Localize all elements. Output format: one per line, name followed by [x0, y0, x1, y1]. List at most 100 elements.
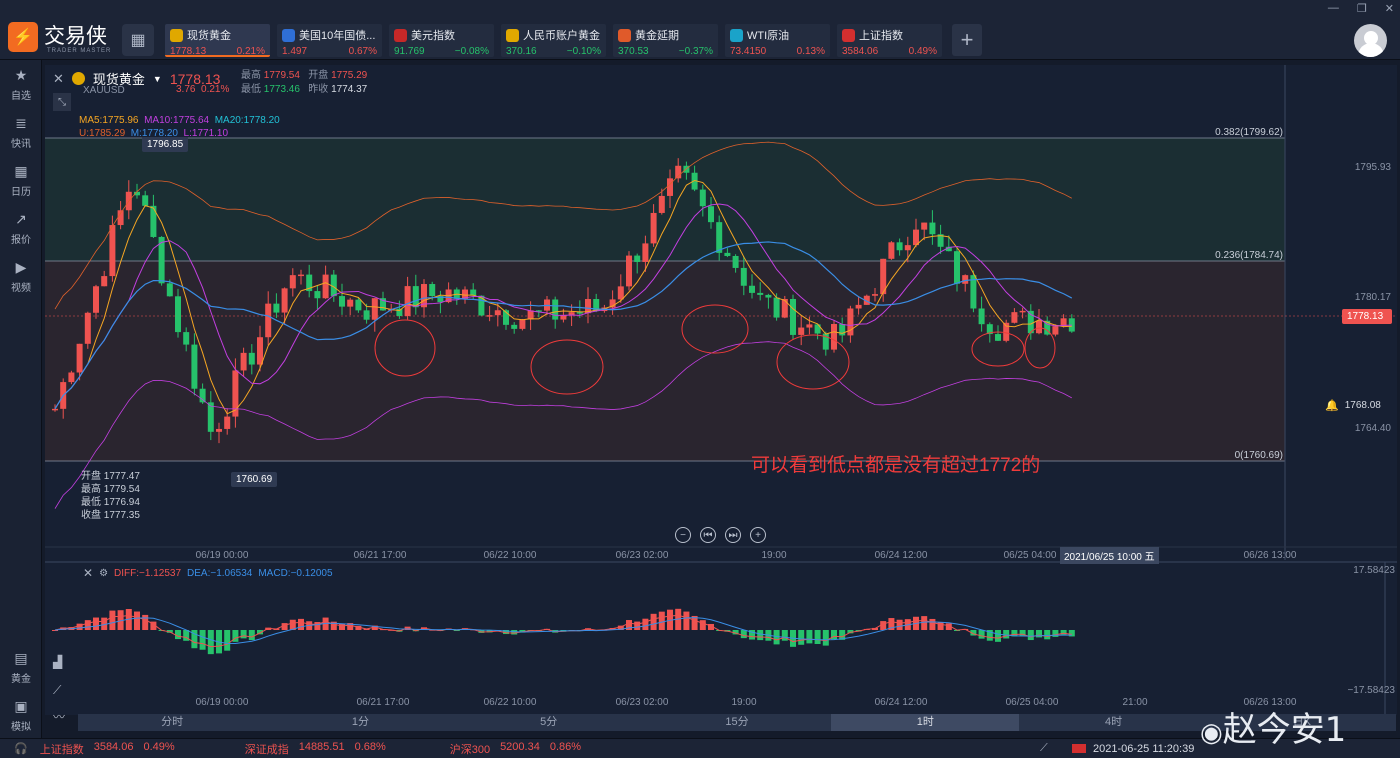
macd-bar: [1003, 630, 1010, 639]
fib-label: 0.382(1799.62): [1215, 127, 1283, 138]
chart-panel[interactable]: 0.382(1799.62) 0.236(1784.74) 0(1760.69) 17…: [45, 65, 1397, 724]
candle: [806, 324, 813, 328]
macd-bar: [1052, 630, 1059, 637]
ticker-name: 人民币账户黄金: [523, 30, 600, 42]
symbol-dropdown-icon[interactable]: ▼: [153, 74, 162, 84]
last-page-button[interactable]: ⏭: [725, 527, 741, 543]
candle: [183, 332, 190, 345]
macd-bar: [175, 630, 181, 640]
index-item[interactable]: 深证成指 14885.51 0.68%: [245, 741, 450, 757]
close-chart-icon[interactable]: ✕: [53, 71, 64, 87]
sidebar-item-4[interactable]: ▶ 视频: [0, 252, 42, 300]
add-ticker-button[interactable]: +: [952, 24, 982, 56]
period-tab-0[interactable]: 分时: [78, 714, 266, 731]
x-tick: 06/24 12:00: [875, 550, 928, 561]
bell-icon[interactable]: 🔔: [1325, 399, 1339, 412]
candle: [626, 255, 632, 287]
candle: [921, 222, 928, 230]
ticker-name: 美国10年国债...: [299, 30, 376, 42]
indicator-icon[interactable]: ▟: [53, 655, 62, 669]
kline-chart[interactable]: 0.382(1799.62) 0.236(1784.74) 0(1760.69) 17…: [45, 65, 1397, 715]
ticker-price: 3584.06: [842, 46, 879, 57]
close-icon[interactable]: ✕: [1385, 2, 1394, 15]
headset-icon[interactable]: 🎧: [14, 742, 28, 755]
index-icon: [842, 28, 855, 42]
period-tab-5[interactable]: 4时: [1019, 714, 1207, 731]
candle: [667, 178, 673, 196]
sidebar-item-3[interactable]: ↗ 报价: [0, 204, 42, 252]
alert-price: 1768.08: [1344, 400, 1381, 411]
index-item[interactable]: 沪深300 5200.34 0.86%: [450, 741, 655, 757]
maximize-icon[interactable]: ❐: [1357, 2, 1367, 15]
macd-bar: [207, 630, 214, 655]
watermark: ◉赵今安1: [1200, 710, 1347, 750]
macd-bar: [683, 611, 690, 630]
macd-bar: [757, 630, 764, 641]
candle: [757, 292, 764, 295]
draw-tool-icon[interactable]: ⟋: [53, 683, 61, 698]
ticker-6[interactable]: 上证指数 3584.06 0.49%: [837, 24, 942, 57]
sidebar-item-1[interactable]: ≣ 快讯: [0, 108, 42, 156]
macd-bar: [134, 611, 140, 630]
current-price-tag: 1778.13: [1342, 309, 1392, 324]
us-flag-icon: [394, 28, 407, 42]
avatar[interactable]: [1354, 24, 1387, 57]
sidebar-item-0[interactable]: ★ 自选: [0, 60, 42, 108]
collapse-icon[interactable]: ⤡: [53, 93, 71, 111]
ticker-5[interactable]: WTI原油 73.4150 0.13%: [725, 24, 830, 57]
ticker-2[interactable]: 美元指数 91.769 −0.08%: [389, 24, 494, 57]
x-tick: 06/25 04:00: [1004, 550, 1057, 561]
candle: [740, 267, 747, 286]
macd-bar: [699, 620, 706, 630]
ticker-1[interactable]: 美国10年国债... 1.497 0.67%: [277, 24, 382, 57]
minimize-icon[interactable]: —: [1328, 2, 1339, 15]
candle: [142, 195, 149, 206]
sidebar: ★ 自选 ≣ 快讯 ▦ 日历 ↗ 报价 ▶ 视频 ▤ 黄金 ▣ 模拟: [0, 60, 42, 740]
ticker-name: 上证指数: [859, 30, 903, 42]
price-change: 3.76 0.21%: [176, 84, 230, 95]
macd-y-top: 17.58423: [1353, 565, 1395, 576]
candle: [314, 291, 321, 299]
chart-nav: − ⏮ ⏭ +: [675, 527, 766, 543]
macd-header: ✕ ⚙ DIFF:−1.12537 DEA:−1.06534 MACD:−0.1…: [83, 566, 333, 580]
line-tool-icon[interactable]: 〰: [53, 708, 65, 725]
sidebar-label: 报价: [11, 234, 31, 246]
period-tab-4[interactable]: 1时: [831, 714, 1020, 731]
sidebar-label: 自选: [11, 90, 31, 102]
period-tab-2[interactable]: 5分: [455, 714, 643, 731]
sidebar-item-1[interactable]: ▣ 模拟: [0, 691, 42, 739]
candle: [1036, 320, 1042, 334]
ticker-0[interactable]: 现货黄金 1778.13 0.21%: [165, 24, 270, 57]
candle: [888, 242, 895, 259]
macd-bar: [658, 611, 665, 630]
macd-bar: [781, 630, 788, 641]
macd-bar: [650, 613, 657, 630]
macd-x-tick: 06/24 12:00: [875, 697, 928, 708]
ticker-4[interactable]: 黄金延期 370.53 −0.37%: [613, 24, 718, 57]
index-item[interactable]: 上证指数 3584.06 0.49%: [40, 741, 245, 757]
grid-menu-button[interactable]: ▦: [122, 24, 154, 56]
settings-icon[interactable]: ⚙: [99, 568, 108, 579]
candle: [355, 299, 362, 311]
candle: [486, 315, 493, 317]
period-tab-1[interactable]: 1分: [266, 714, 454, 731]
sidebar-item-2[interactable]: ▦ 日历: [0, 156, 42, 204]
sidebar-item-0[interactable]: ▤ 黄金: [0, 643, 42, 691]
candle: [896, 242, 903, 251]
candle: [404, 286, 411, 317]
candle: [568, 312, 575, 315]
first-page-button[interactable]: ⏮: [700, 527, 716, 543]
candle: [322, 274, 329, 299]
zoom-in-button[interactable]: +: [750, 527, 766, 543]
macd-bar: [806, 630, 813, 644]
ticker-3[interactable]: 人民币账户黄金 370.16 −0.10%: [501, 24, 606, 57]
macd-bar: [740, 630, 747, 639]
price-alert[interactable]: 🔔 1768.08: [1325, 399, 1381, 412]
calendar-icon: ▦: [14, 162, 28, 179]
ticker-strip: 现货黄金 1778.13 0.21% 美国10年国债... 1.497 0.67% 美元…: [165, 24, 942, 57]
zoom-out-button[interactable]: −: [675, 527, 691, 543]
period-tab-3[interactable]: 15分: [643, 714, 831, 731]
ticker-price: 1778.13: [170, 46, 207, 57]
fib-zone-lower: [45, 261, 1285, 461]
close-macd-icon[interactable]: ✕: [83, 566, 93, 580]
